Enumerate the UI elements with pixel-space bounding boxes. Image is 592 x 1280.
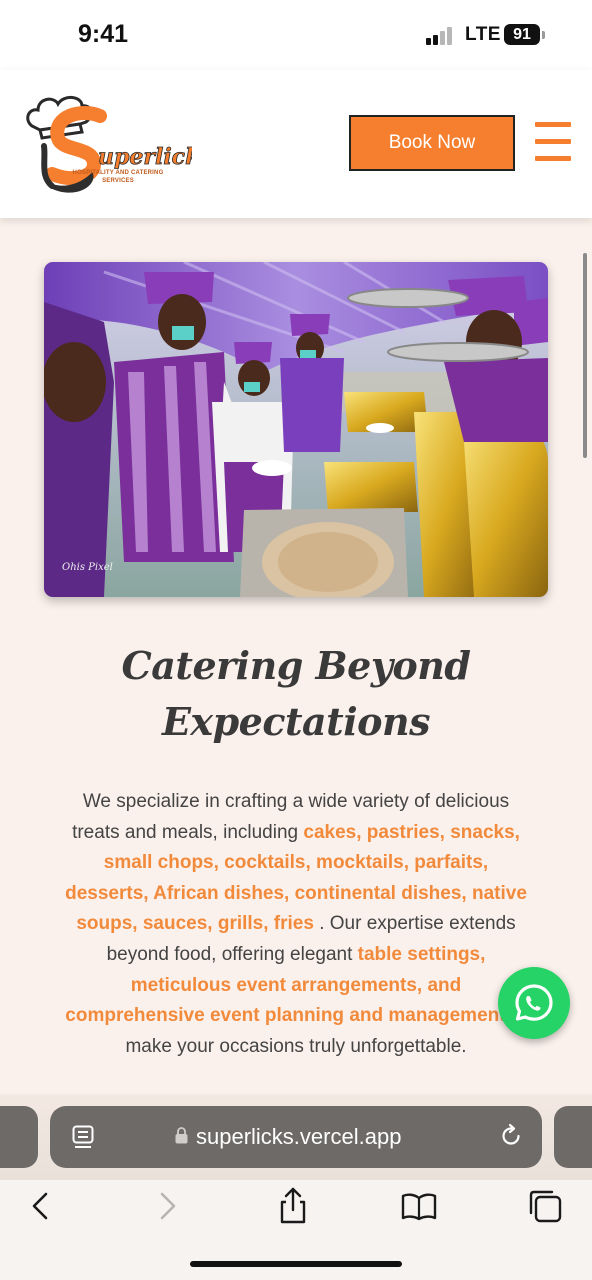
page-heading: Catering Beyond Expectations (60, 638, 532, 750)
hero-image: Ohis Pixel (44, 262, 548, 597)
share-icon[interactable] (273, 1186, 313, 1226)
status-time: 9:41 (78, 20, 129, 48)
photo-watermark: Ohis Pixel (62, 562, 113, 573)
battery-tip (542, 31, 545, 39)
previous-tab-preview[interactable] (0, 1106, 38, 1168)
home-indicator (190, 1261, 402, 1267)
reload-icon[interactable] (498, 1123, 524, 1149)
logo-subtitle: HOSPITALITY AND CATERING SERVICES (72, 170, 164, 184)
next-tab-preview[interactable] (554, 1106, 592, 1168)
heading-line-2: Expectations (161, 699, 431, 744)
site-header: uperlicks HOSPITALITY AND CATERING SERVI… (0, 70, 592, 218)
back-icon[interactable] (20, 1186, 60, 1226)
svg-text:uperlicks: uperlicks (98, 144, 192, 170)
bookmarks-icon[interactable] (399, 1186, 439, 1226)
whatsapp-button[interactable] (498, 967, 570, 1039)
url-text[interactable]: superlicks.vercel.app (196, 1124, 401, 1150)
page-scrollbar[interactable] (583, 253, 587, 458)
intro-paragraph: We specialize in crafting a wide variety… (64, 787, 528, 1062)
address-bar[interactable]: superlicks.vercel.app (50, 1106, 542, 1168)
reader-icon[interactable] (72, 1125, 94, 1149)
whatsapp-icon (515, 984, 553, 1021)
heading-line-1: Catering Beyond (121, 643, 471, 688)
hamburger-menu-icon[interactable] (535, 122, 571, 162)
lock-icon (175, 1127, 188, 1144)
status-bar: 9:41 LTE 91 (0, 0, 592, 70)
network-type: LTE (465, 24, 501, 45)
cellular-signal-icon (426, 27, 458, 45)
tabs-icon[interactable] (525, 1186, 565, 1226)
forward-icon[interactable] (148, 1186, 188, 1226)
book-now-button[interactable]: Book Now (349, 115, 515, 171)
battery-icon: 91 (504, 24, 540, 45)
